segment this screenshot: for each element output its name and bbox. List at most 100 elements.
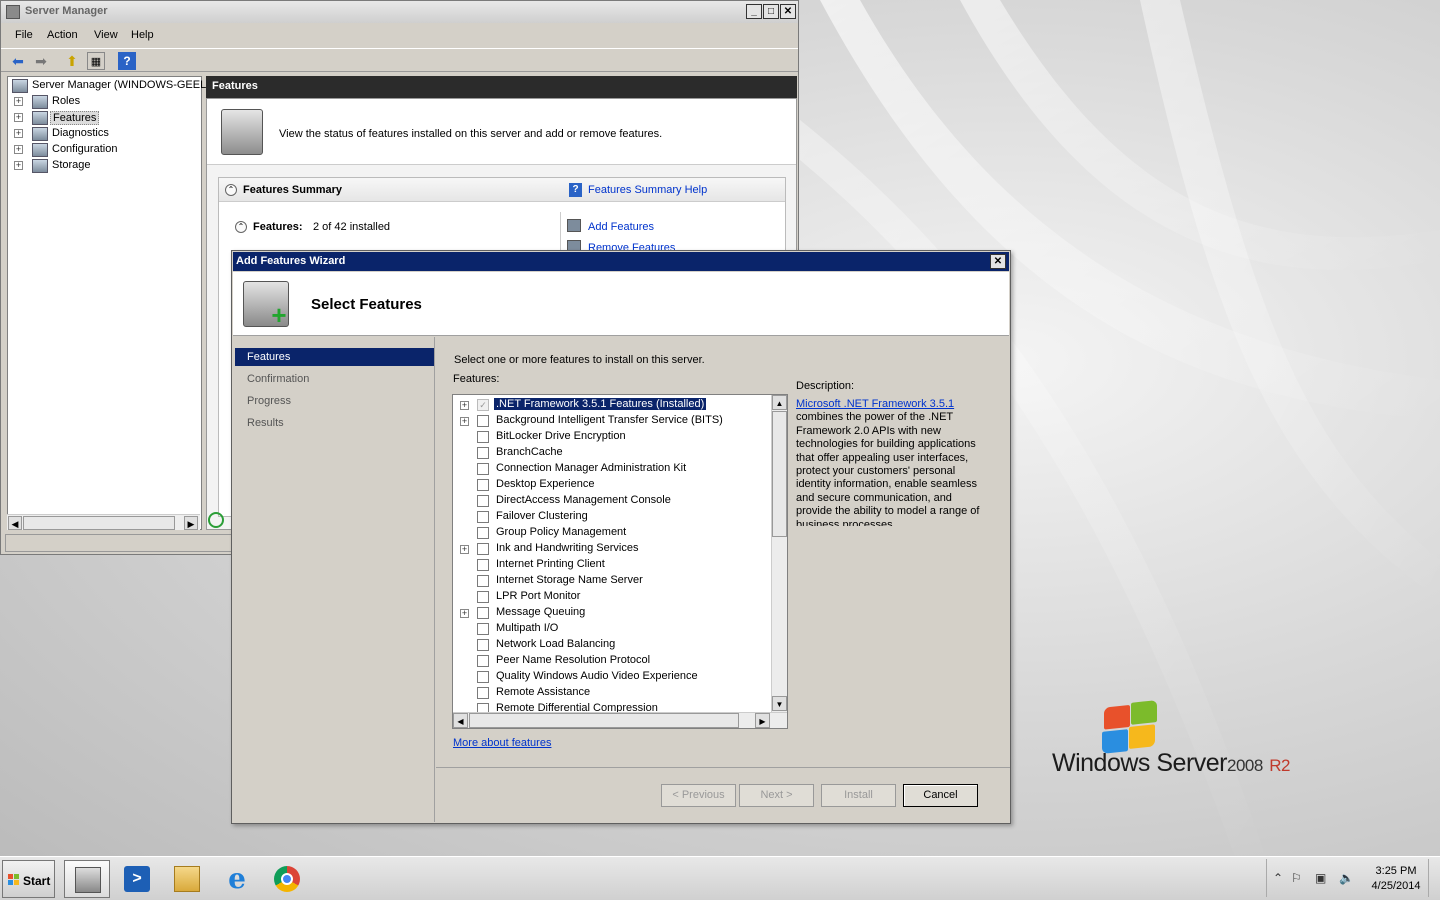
- feature-checkbox[interactable]: ✓: [477, 399, 489, 411]
- menu-help[interactable]: Help: [131, 29, 154, 41]
- description-link[interactable]: Microsoft .NET Framework 3.5.1: [796, 398, 954, 410]
- wizard-title-bar[interactable]: Add Features Wizard ✕: [233, 252, 1009, 271]
- up-folder-icon[interactable]: ⬆: [63, 52, 81, 70]
- show-hide-console-tree-icon[interactable]: ▦: [87, 52, 105, 70]
- feature-checkbox[interactable]: [477, 415, 489, 427]
- feature-checkbox[interactable]: [477, 687, 489, 699]
- menu-file[interactable]: File: [15, 29, 33, 41]
- start-button[interactable]: Start: [2, 860, 55, 898]
- feature-row[interactable]: + Ink and Handwriting Services: [453, 541, 771, 557]
- feature-row[interactable]: Group Policy Management: [453, 525, 771, 541]
- expand-icon[interactable]: +: [14, 129, 23, 138]
- feature-checkbox[interactable]: [477, 607, 489, 619]
- feature-checkbox[interactable]: [477, 431, 489, 443]
- feature-checkbox[interactable]: [477, 671, 489, 683]
- feature-row[interactable]: Network Load Balancing: [453, 637, 771, 653]
- feature-checkbox[interactable]: [477, 591, 489, 603]
- maximize-button[interactable]: □: [763, 4, 779, 19]
- collapse-icon[interactable]: ⌃: [235, 221, 247, 233]
- expand-icon[interactable]: +: [460, 545, 469, 554]
- feature-checkbox[interactable]: [477, 527, 489, 539]
- feature-row[interactable]: Multipath I/O: [453, 621, 771, 637]
- feature-row[interactable]: Internet Storage Name Server: [453, 573, 771, 589]
- feature-row[interactable]: LPR Port Monitor: [453, 589, 771, 605]
- back-arrow-icon[interactable]: ⬅: [9, 52, 27, 70]
- taskbar-internet-explorer[interactable]: e: [214, 860, 260, 898]
- expand-icon[interactable]: +: [14, 113, 23, 122]
- menu-action[interactable]: Action: [47, 29, 78, 41]
- step-results[interactable]: Results: [235, 414, 434, 432]
- feature-checkbox[interactable]: [477, 655, 489, 667]
- step-features[interactable]: Features: [235, 348, 434, 366]
- title-bar[interactable]: Server Manager _ □ ✕: [1, 1, 798, 23]
- cancel-button[interactable]: Cancel: [903, 784, 978, 807]
- collapse-icon[interactable]: ⌃: [225, 184, 237, 196]
- expand-icon[interactable]: +: [460, 401, 469, 410]
- clock[interactable]: 3:25 PM 4/25/2014: [1361, 864, 1431, 894]
- feature-row[interactable]: Failover Clustering: [453, 509, 771, 525]
- minimize-button[interactable]: _: [746, 4, 762, 19]
- feature-checkbox[interactable]: [477, 639, 489, 651]
- help-icon[interactable]: ?: [118, 52, 136, 70]
- feature-row[interactable]: BranchCache: [453, 445, 771, 461]
- expand-icon[interactable]: +: [460, 417, 469, 426]
- feature-row[interactable]: Desktop Experience: [453, 477, 771, 493]
- next-button[interactable]: Next >: [739, 784, 814, 807]
- feature-row[interactable]: Remote Assistance: [453, 685, 771, 701]
- feature-checkbox[interactable]: [477, 495, 489, 507]
- step-confirmation[interactable]: Confirmation: [235, 370, 434, 388]
- feature-row[interactable]: + Message Queuing: [453, 605, 771, 621]
- feature-checkbox[interactable]: [477, 511, 489, 523]
- forward-arrow-icon[interactable]: ➡: [32, 52, 50, 70]
- feature-row[interactable]: + Background Intelligent Transfer Service…: [453, 413, 771, 429]
- feature-checkbox[interactable]: [477, 447, 489, 459]
- feature-checkbox[interactable]: [477, 463, 489, 475]
- scroll-left-icon[interactable]: ◀: [8, 516, 22, 530]
- scroll-down-icon[interactable]: ▼: [772, 696, 787, 711]
- show-desktop-button[interactable]: [1428, 859, 1438, 897]
- features-horizontal-scrollbar[interactable]: ◀ ▶: [453, 712, 787, 728]
- feature-row[interactable]: Peer Name Resolution Protocol: [453, 653, 771, 669]
- scroll-up-icon[interactable]: ▲: [772, 395, 787, 410]
- close-button[interactable]: ✕: [990, 254, 1006, 269]
- feature-row[interactable]: + ✓ .NET Framework 3.5.1 Features (Install…: [453, 397, 771, 413]
- feature-row[interactable]: Quality Windows Audio Video Experience: [453, 669, 771, 685]
- taskbar-server-manager[interactable]: [64, 860, 110, 898]
- add-features-link[interactable]: Add Features: [588, 221, 654, 233]
- scroll-thumb[interactable]: [772, 411, 787, 537]
- install-button[interactable]: Install: [821, 784, 896, 807]
- feature-checkbox[interactable]: [477, 623, 489, 635]
- summary-help-link[interactable]: Features Summary Help: [588, 184, 707, 196]
- feature-checkbox[interactable]: [477, 559, 489, 571]
- network-icon[interactable]: ▣: [1315, 871, 1326, 885]
- volume-muted-icon[interactable]: 🔈: [1339, 871, 1354, 885]
- close-button[interactable]: ✕: [780, 4, 796, 19]
- scroll-thumb[interactable]: [469, 713, 739, 728]
- refresh-icon[interactable]: [208, 512, 224, 528]
- feature-row[interactable]: Connection Manager Administration Kit: [453, 461, 771, 477]
- expand-icon[interactable]: +: [460, 609, 469, 618]
- scroll-right-icon[interactable]: ▶: [755, 713, 770, 728]
- scroll-left-icon[interactable]: ◀: [453, 713, 468, 728]
- feature-row[interactable]: BitLocker Drive Encryption: [453, 429, 771, 445]
- scroll-right-icon[interactable]: ▶: [184, 516, 198, 530]
- taskbar-chrome[interactable]: [264, 860, 310, 898]
- tree-horizontal-scrollbar[interactable]: ◀ ▶: [7, 514, 200, 530]
- action-center-flag-icon[interactable]: ⚐: [1291, 871, 1302, 885]
- feature-checkbox[interactable]: [477, 543, 489, 555]
- expand-icon[interactable]: +: [14, 97, 23, 106]
- feature-row[interactable]: DirectAccess Management Console: [453, 493, 771, 509]
- scroll-thumb[interactable]: [23, 516, 175, 530]
- feature-checkbox[interactable]: [477, 575, 489, 587]
- feature-checkbox[interactable]: [477, 479, 489, 491]
- expand-icon[interactable]: +: [14, 145, 23, 154]
- menu-view[interactable]: View: [94, 29, 118, 41]
- feature-row[interactable]: Internet Printing Client: [453, 557, 771, 573]
- more-about-features-link[interactable]: More about features: [453, 737, 551, 749]
- show-hidden-icons[interactable]: ⌃: [1273, 871, 1283, 885]
- taskbar-powershell[interactable]: >: [114, 860, 160, 898]
- step-progress[interactable]: Progress: [235, 392, 434, 410]
- taskbar-explorer[interactable]: [164, 860, 210, 898]
- features-vertical-scrollbar[interactable]: ▲ ▼: [771, 395, 787, 712]
- expand-icon[interactable]: +: [14, 161, 23, 170]
